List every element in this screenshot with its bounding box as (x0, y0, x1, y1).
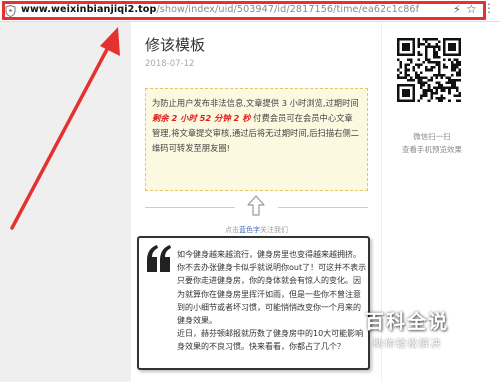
qr-code (397, 38, 461, 102)
quote-card: 如今健身越来越流行，健身房里也变得越来越拥挤。你不去办张健身卡似乎就说明你out… (137, 236, 370, 370)
watermark: 百科全说 助你轻松解决 (356, 302, 500, 382)
quote-mark-icon (147, 245, 171, 272)
divider-line-left (145, 207, 235, 208)
follow-divider: 点击蓝色字关注我们 (145, 195, 368, 239)
url-highlight-box (2, 1, 486, 20)
expiry-notice: 为防止用户发布非法信息,文章提供 3 小时浏览,过期时间 剩余 2 小时 52 … (145, 88, 368, 191)
page-title: 修该模板 (145, 36, 206, 54)
watermark-subtitle: 助你轻松解决 (373, 339, 442, 350)
follow-link[interactable]: 蓝色字 (239, 226, 260, 234)
watermark-title: 百科全说 (365, 311, 450, 333)
up-arrow-icon (247, 195, 265, 216)
countdown-timer: 剩余 2 小时 52 分钟 2 秒 (152, 113, 251, 123)
quote-paragraph-2: 近日，赫芬顿邮报就历数了健身房中的10大可能影响身效果的不良习惯。快来看看，你都… (177, 329, 364, 352)
notice-text-1: 为防止用户发布非法信息,文章提供 3 小时浏览,过期时间 (152, 98, 359, 108)
quote-paragraph-1: 如今健身越来越流行，健身房里也变得越来越拥挤。你不去办张健身卡似乎就说明你out… (177, 250, 367, 326)
article-panel: 修该模板 2018-07-12 为防止用户发布非法信息,文章提供 3 小时浏览,… (131, 22, 381, 382)
scan-label: 微信扫一扫 (413, 132, 451, 141)
divider-line-right (278, 207, 368, 208)
publish-date: 2018-07-12 (145, 59, 195, 69)
quote-body: 如今健身越来越流行，健身房里也变得越来越拥挤。你不去办张健身卡似乎就说明你out… (177, 248, 368, 354)
follow-caption[interactable]: 点击蓝色字关注我们 (145, 225, 368, 235)
preview-label: 查看手机预览效果 (402, 145, 462, 154)
